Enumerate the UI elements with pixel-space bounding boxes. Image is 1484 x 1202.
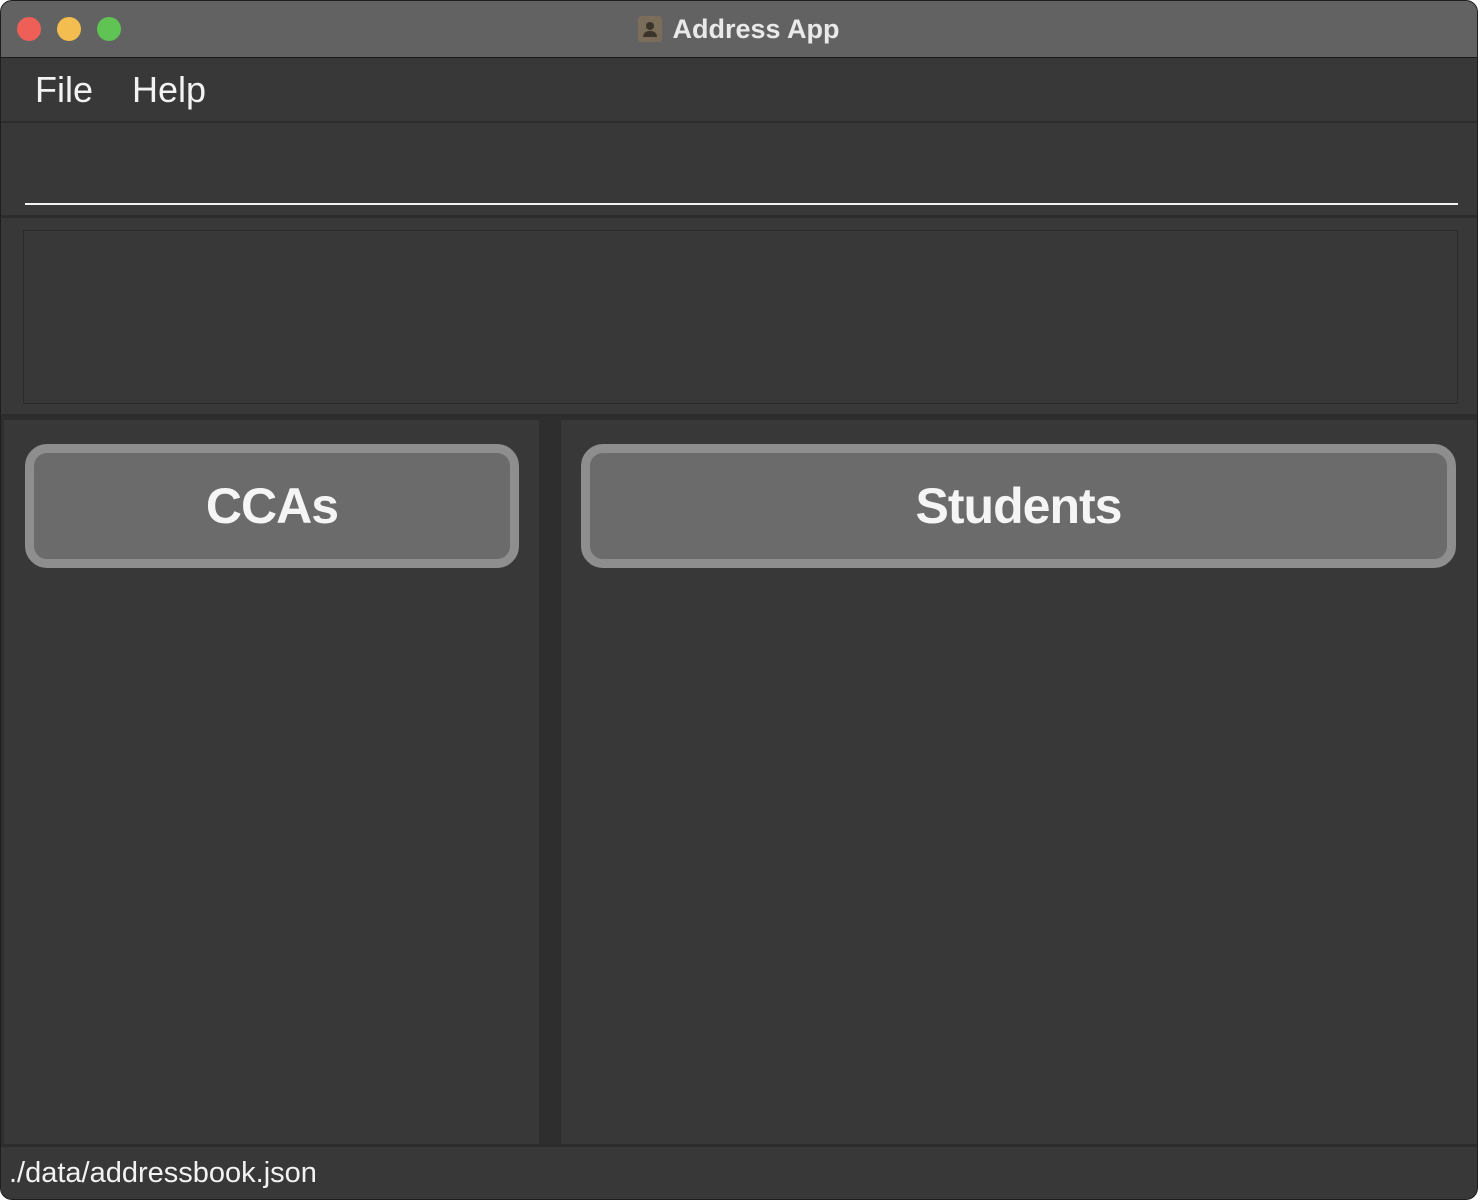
menu-help[interactable]: Help: [132, 69, 206, 111]
result-display: [23, 230, 1458, 404]
window-title: Address App: [672, 13, 840, 44]
cca-list-panel: CCAs: [4, 420, 539, 1147]
status-bar: ./data/addressbook.json: [1, 1144, 1477, 1199]
window-title-group: Address App: [1, 1, 1477, 57]
command-box: [1, 123, 1477, 218]
student-list-panel: Students: [561, 420, 1477, 1147]
contacts-icon: [638, 16, 663, 42]
ccas-button[interactable]: CCAs: [25, 444, 519, 568]
students-button[interactable]: Students: [581, 444, 1456, 568]
result-display-container: [1, 218, 1477, 417]
save-location-path: ./data/addressbook.json: [9, 1156, 317, 1189]
command-input[interactable]: [25, 123, 1458, 205]
list-panels: CCAs Students: [1, 417, 1477, 1147]
menu-file[interactable]: File: [35, 69, 93, 111]
app-window: Address App File Help CCAs Students ./da…: [0, 0, 1478, 1200]
title-bar[interactable]: Address App: [1, 1, 1477, 58]
menu-bar: File Help: [1, 58, 1477, 123]
